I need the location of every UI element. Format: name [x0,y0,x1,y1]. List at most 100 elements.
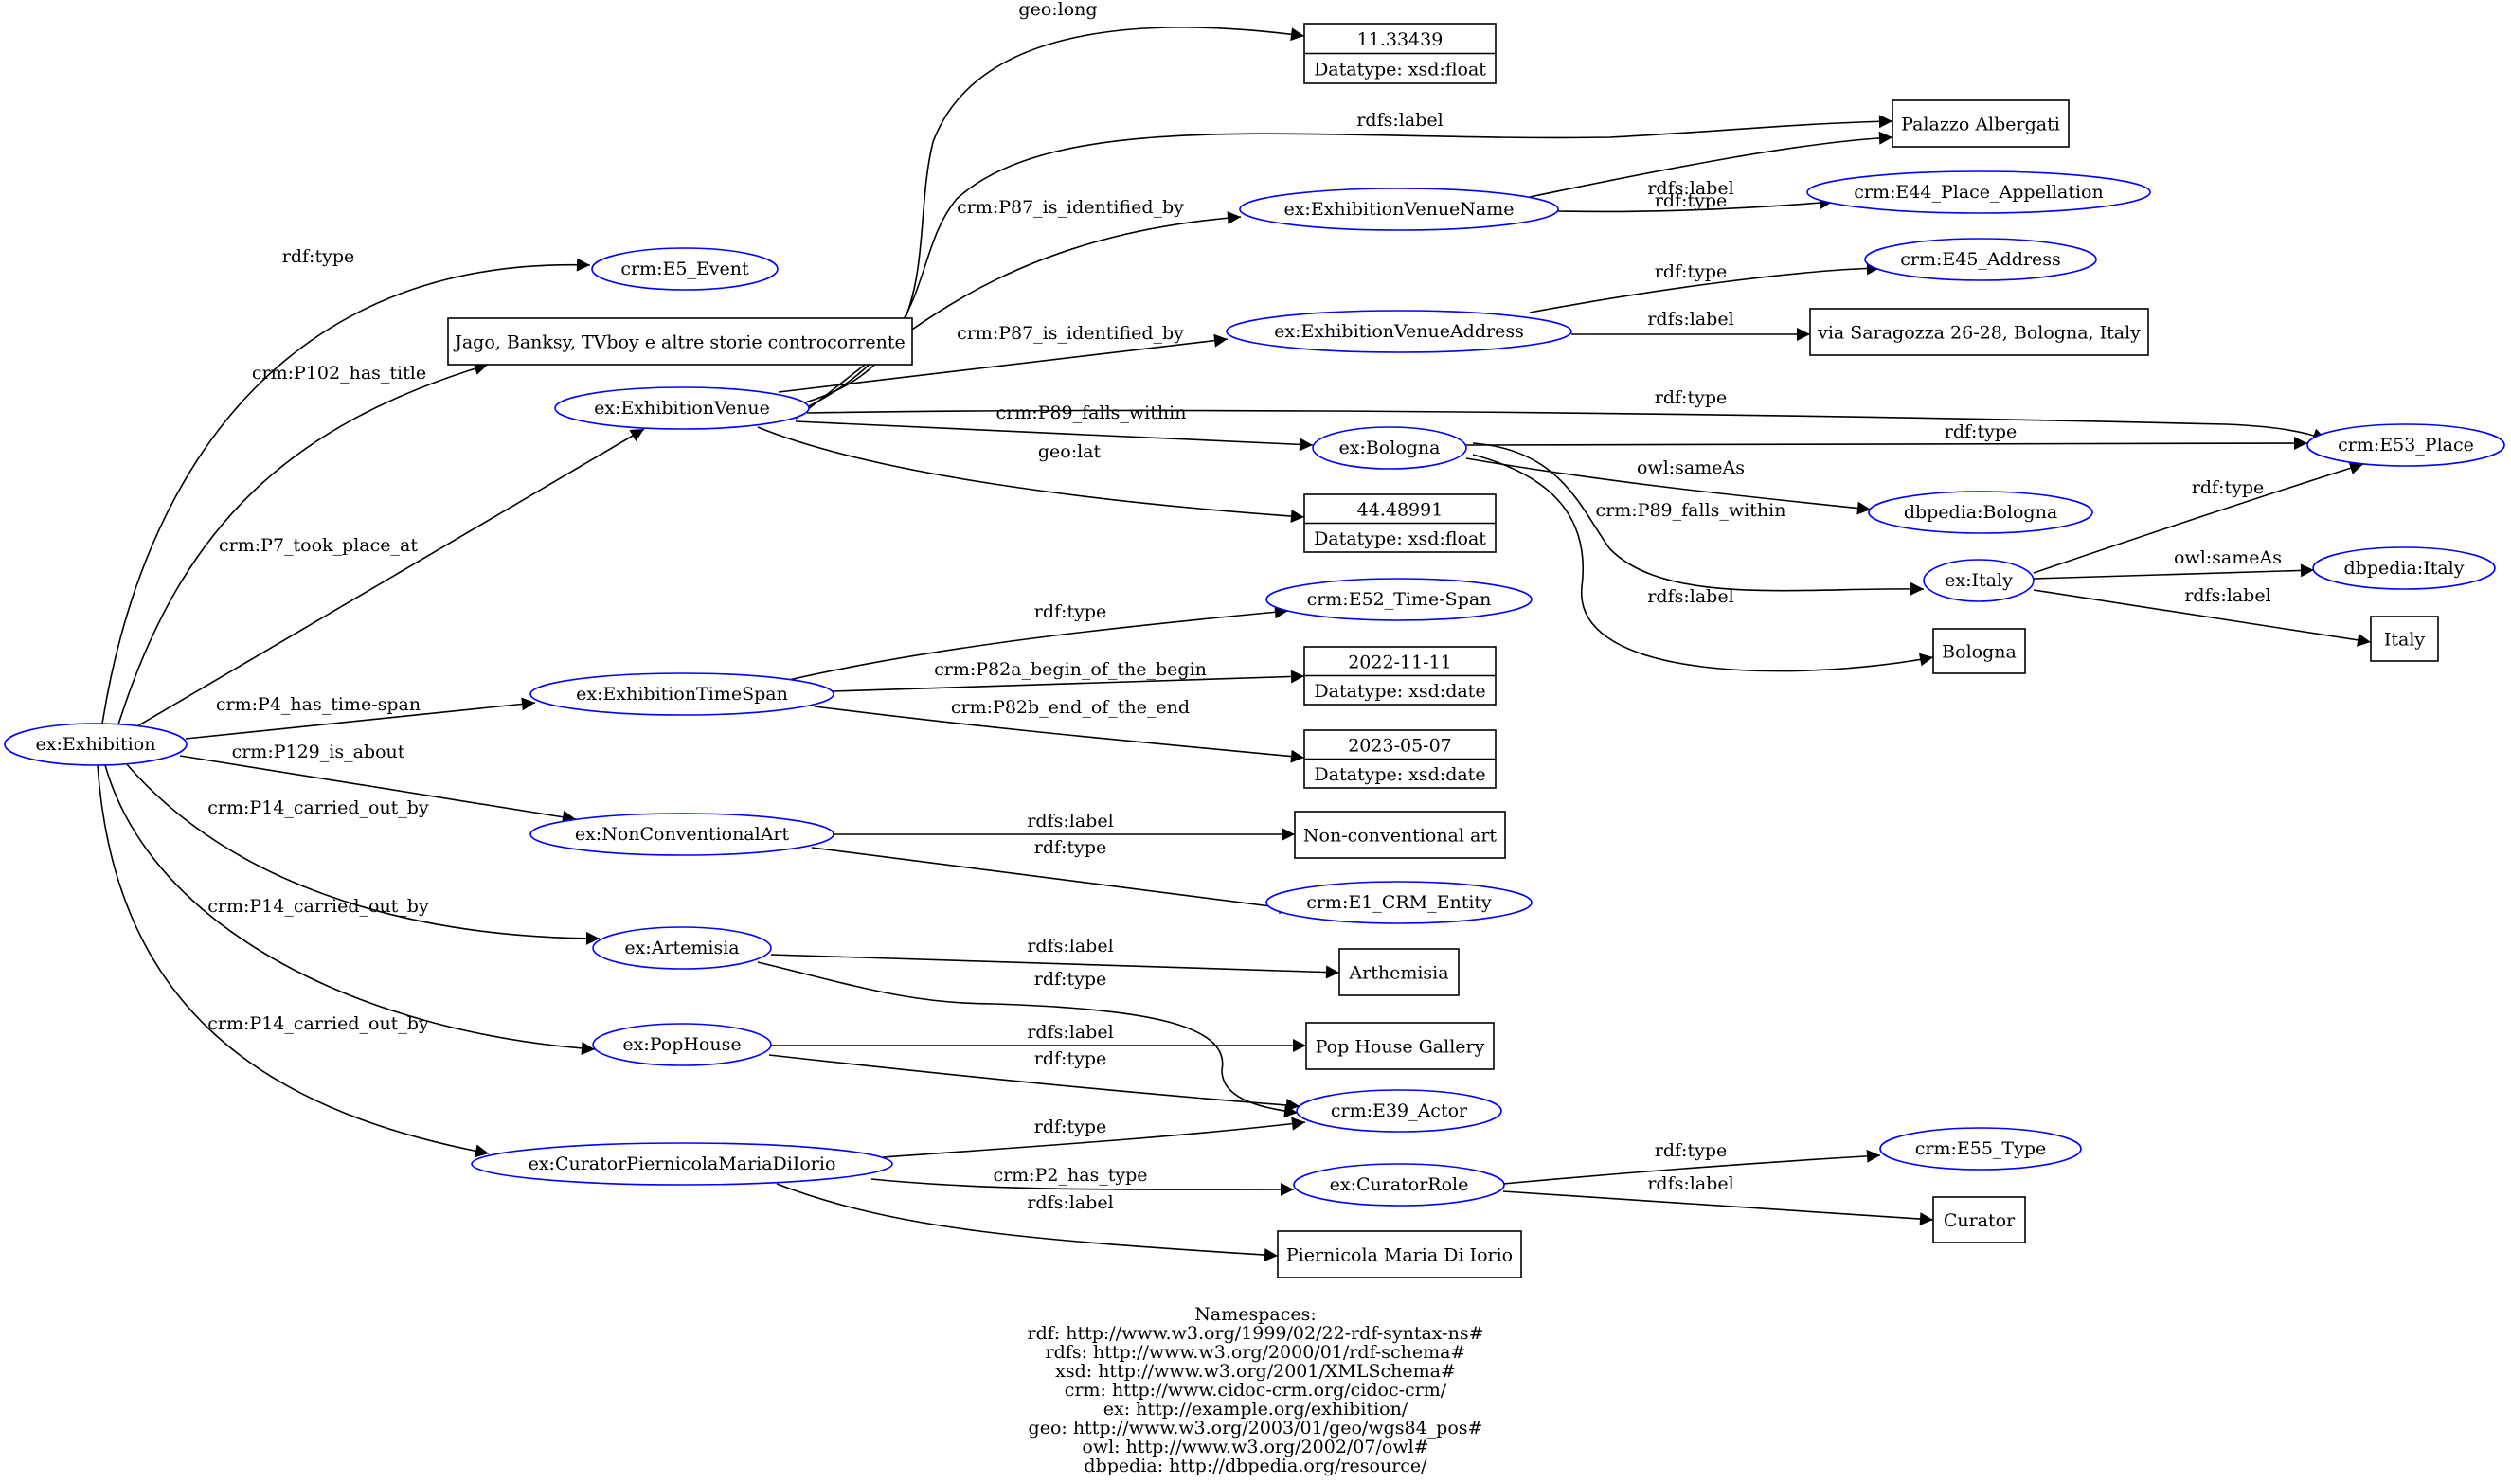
node-label: ex:Artemisia [624,938,739,958]
literal-value: Palazzo Albergati [1901,115,2060,135]
node-e44[interactable]: crm:E44_Place_Appellation [1806,170,2151,214]
node-label: dbpedia:Bologna [1904,502,2057,523]
node-label: crm:E52_Time-Span [1307,589,1492,610]
node-label: crm:E44_Place_Appellation [1854,182,2103,203]
edge-label: rdfs:label [1647,1173,1733,1194]
node-bolognalit[interactable]: Bologna [1932,628,2026,674]
node-label: crm:E53_Place [2338,435,2474,456]
node-label: ex:Bologna [1338,438,1440,458]
edge-label: crm:P87_is_identified_by [957,197,1184,218]
edge-label: rdfs:label [1356,110,1443,131]
node-dbbologna[interactable]: dbpedia:Bologna [1868,491,2093,534]
literal-value: 2023-05-07 [1348,735,1452,756]
node-bologna[interactable]: ex:Bologna [1312,426,1467,470]
namespace-line: crm: http://www.cidoc-crm.org/cidoc-crm/ [1064,1380,1447,1401]
node-artemisia[interactable]: ex:Artemisia [592,926,772,970]
node-curatorlit[interactable]: Curator [1932,1196,2026,1243]
edge-label: crm:P14_carried_out_by [207,896,429,917]
literal-datatype: Datatype: xsd:date [1314,681,1485,702]
edge-label: crm:P82b_end_of_the_end [951,697,1190,718]
node-label: crm:E5_Event [620,259,749,279]
literal-value: 2022-11-11 [1348,652,1452,672]
edge-label: rdfs:label [1027,936,1113,957]
edge-label: crm:P7_took_place_at [219,535,418,556]
node-e53[interactable]: crm:E53_Place [2306,423,2505,467]
node-e1[interactable]: crm:E1_CRM_Entity [1265,881,1533,924]
edge-label: owl:sameAs [2174,547,2282,568]
edge-label: rdfs:label [2184,585,2270,606]
node-label: crm:E39_Actor [1331,1100,1468,1121]
literal-datatype: Datatype: xsd:date [1314,764,1485,785]
node-end[interactable]: 2023-05-07 Datatype: xsd:date [1303,729,1497,789]
edge-label: rdf:type [1655,387,1727,408]
edge-exhibition-curator [97,764,490,1158]
edge-label: rdf:type [1034,1117,1106,1137]
node-ncalit[interactable]: Non-conventional art [1294,811,1506,859]
node-addrlit[interactable]: via Saragozza 26-28, Bologna, Italy [1809,308,2149,356]
edge-label: rdfs:label [1027,1192,1113,1213]
node-italylit[interactable]: Italy [2370,616,2439,662]
node-e45[interactable]: crm:E45_Address [1864,238,2097,281]
namespaces-legend: Namespaces: rdf: http://www.w3.org/1999/… [0,1305,2511,1475]
edge-curatorrole-curatorlit [1502,1190,1934,1226]
literal-value: Bologna [1942,642,2017,663]
edge-bologna-bolognalit [1472,454,1934,672]
node-label: ex:Exhibition [36,734,156,755]
node-nca[interactable]: ex:NonConventionalArt [529,813,834,856]
node-venue[interactable]: ex:ExhibitionVenue [554,386,810,430]
edge-label: geo:long [1018,0,1097,20]
literal-datatype: Datatype: xsd:float [1314,528,1486,549]
namespace-line: ex: http://example.org/exhibition/ [1103,1399,1408,1420]
node-curator[interactable]: ex:CuratorPiernicolaMariaDiIorio [471,1142,893,1186]
node-e55[interactable]: crm:E55_Type [1879,1127,2082,1171]
edge-label: crm:P89_falls_within [1596,500,1786,521]
node-long[interactable]: 11.33439 Datatype: xsd:float [1303,23,1497,84]
node-label: ex:CuratorRole [1330,1174,1469,1195]
namespace-line: rdfs: http://www.w3.org/2000/01/rdf-sche… [1045,1342,1466,1363]
edge-label: crm:P14_carried_out_by [207,797,429,818]
edge-label: rdf:type [1655,1140,1727,1161]
edge-label: rdf:type [1945,421,2017,442]
node-e52[interactable]: crm:E52_Time-Span [1265,578,1533,621]
node-title[interactable]: Jago, Banksy, TVboy e altre storie contr… [447,317,913,366]
rdf-graph: rdf:type crm:P102_has_title crm:P7_took_pl… [4,0,2505,1278]
node-label: ex:Italy [1945,570,2013,591]
nodes-layer: ex:Exhibition crm:E5_Event Jago, Banksy, T… [4,23,2505,1278]
node-e39[interactable]: crm:E39_Actor [1296,1089,1502,1133]
edge-label: rdf:type [1655,261,1727,282]
node-lat[interactable]: 44.48991 Datatype: xsd:float [1303,493,1497,553]
node-curatornamelit[interactable]: Piernicola Maria Di Iorio [1277,1230,1522,1278]
node-dbitaly[interactable]: dbpedia:Italy [2312,546,2496,590]
edge-bologna-e53 [1465,437,2308,451]
node-venuename[interactable]: ex:ExhibitionVenueName [1239,188,1559,231]
edge-label: rdf:type [1655,190,1727,211]
edge-label: rdfs:label [1647,586,1733,607]
edge-label: rdf:type [1034,837,1106,858]
edge-italy-dbitaly [2033,563,2315,580]
node-e5[interactable]: crm:E5_Event [591,247,779,291]
node-italy[interactable]: ex:Italy [1923,559,2035,602]
literal-value: Arthemisia [1348,963,1448,984]
node-exhibition[interactable]: ex:Exhibition [4,723,188,766]
literal-value: 44.48991 [1357,499,1444,520]
node-palazzo[interactable]: Palazzo Albergati [1892,99,2070,148]
node-venueaddr[interactable]: ex:ExhibitionVenueAddress [1226,310,1572,353]
node-begin[interactable]: 2022-11-11 Datatype: xsd:date [1303,646,1497,706]
namespace-line: owl: http://www.w3.org/2002/07/owl# [1082,1437,1429,1457]
node-pophouse[interactable]: ex:PopHouse [592,1023,772,1066]
literal-value: Italy [2384,630,2426,651]
node-label: ex:ExhibitionVenueName [1283,199,1514,220]
edge-label: rdf:type [1034,969,1106,990]
node-label: ex:CuratorPiernicolaMariaDiIorio [529,1153,836,1174]
literal-datatype: Datatype: xsd:float [1314,59,1486,80]
node-timespan[interactable]: ex:ExhibitionTimeSpan [529,672,834,716]
literal-value: via Saragozza 26-28, Bologna, Italy [1817,323,2141,344]
edge-label: rdf:type [2192,477,2264,498]
literal-value: 11.33439 [1357,29,1444,50]
namespace-line: rdf: http://www.w3.org/1999/02/22-rdf-sy… [1027,1323,1484,1344]
edge-label: owl:sameAs [1637,457,1745,478]
node-label: ex:ExhibitionTimeSpan [576,684,788,705]
node-curatorrole[interactable]: ex:CuratorRole [1293,1163,1505,1207]
node-pophouselit[interactable]: Pop House Gallery [1305,1022,1495,1070]
node-arthemisialit[interactable]: Arthemisia [1338,948,1460,996]
